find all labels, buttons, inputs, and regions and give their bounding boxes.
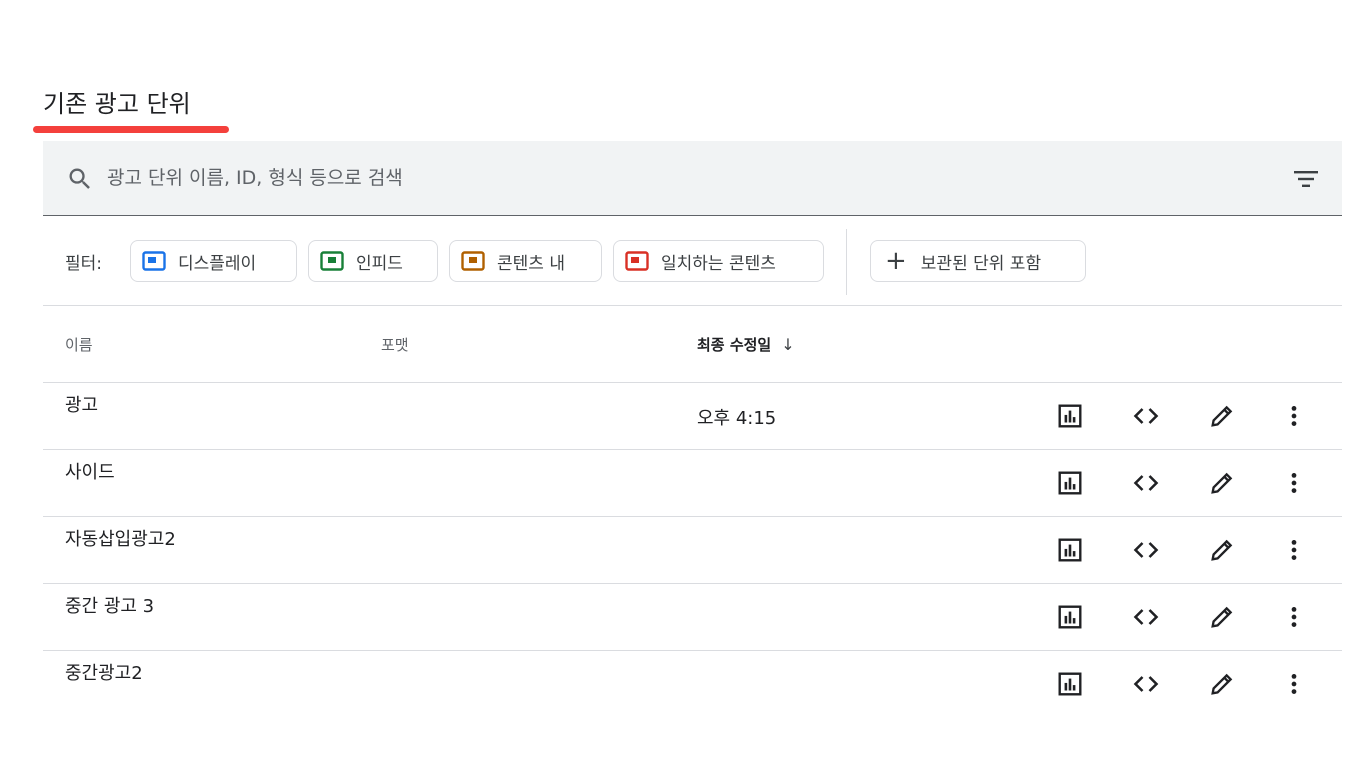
table-row: 자동삽입광고2 [43, 517, 1342, 583]
more-vert-icon [1291, 607, 1297, 627]
ad-unit-name[interactable]: 사이드 [65, 458, 115, 484]
code-icon [1133, 676, 1159, 692]
report-chart-icon [1058, 605, 1082, 629]
pencil-icon [1211, 405, 1233, 427]
report-button[interactable] [1055, 468, 1085, 498]
filter-list-icon[interactable] [1292, 167, 1320, 191]
include-archived-label: 보관된 단위 포함 [920, 253, 1042, 274]
filter-chip-in-article[interactable]: 콘텐츠 내 [449, 240, 602, 282]
divider [43, 305, 1342, 306]
filter-chip-label: 인피드 [356, 253, 403, 274]
edit-button[interactable] [1207, 401, 1237, 431]
more-vert-icon [1291, 540, 1297, 560]
display-ad-icon [142, 251, 166, 271]
report-button[interactable] [1055, 535, 1085, 565]
filter-divider [846, 229, 847, 295]
column-header-name[interactable]: 이름 [65, 334, 93, 355]
get-code-button[interactable] [1131, 669, 1161, 699]
pencil-icon [1211, 472, 1233, 494]
search-icon [69, 168, 90, 189]
column-header-format[interactable]: 포맷 [381, 334, 409, 355]
table-row: 중간 광고 3 [43, 584, 1342, 650]
pencil-icon [1211, 539, 1233, 561]
get-code-button[interactable] [1131, 468, 1161, 498]
table-row: 사이드 [43, 450, 1342, 516]
filter-label: 필터: [65, 254, 103, 274]
column-header-last-modified[interactable]: 최종 수정일 ↓ [697, 334, 795, 355]
ad-unit-name[interactable]: 중간 광고 3 [65, 592, 154, 618]
column-header-label: 최종 수정일 [697, 336, 772, 354]
report-chart-icon [1058, 538, 1082, 562]
code-icon [1133, 542, 1159, 558]
more-options-button[interactable] [1279, 669, 1309, 699]
filter-chip-label: 콘텐츠 내 [497, 253, 565, 274]
matched-content-icon [625, 251, 649, 271]
get-code-button[interactable] [1131, 535, 1161, 565]
search-bar [43, 141, 1342, 216]
table-row: 중간광고2 [43, 651, 1342, 717]
filter-chip-display[interactable]: 디스플레이 [130, 240, 297, 282]
code-icon [1133, 475, 1159, 491]
filter-chip-label: 일치하는 콘텐츠 [661, 253, 776, 274]
pencil-icon [1211, 606, 1233, 628]
more-options-button[interactable] [1279, 602, 1309, 632]
filter-row: 필터: 디스플레이 인피드 콘텐츠 내 일치하는 콘텐츠 + 보관된 단위 포함 [43, 226, 1342, 306]
ad-units-page: 기존 광고 단위 필터: 디스플레이 인피드 [0, 0, 1366, 768]
pencil-icon [1211, 673, 1233, 695]
edit-button[interactable] [1207, 669, 1237, 699]
search-input[interactable] [107, 161, 1207, 195]
code-icon [1133, 408, 1159, 424]
filter-chip-matched-content[interactable]: 일치하는 콘텐츠 [613, 240, 824, 282]
ad-unit-name[interactable]: 자동삽입광고2 [65, 525, 176, 551]
last-modified-cell: 오후 4:15 [697, 408, 777, 429]
sort-descending-icon: ↓ [781, 335, 795, 354]
in-article-ad-icon [461, 251, 485, 271]
get-code-button[interactable] [1131, 602, 1161, 632]
more-vert-icon [1291, 406, 1297, 426]
ad-unit-name[interactable]: 중간광고2 [65, 659, 143, 685]
edit-button[interactable] [1207, 535, 1237, 565]
filter-chip-infeed[interactable]: 인피드 [308, 240, 438, 282]
report-button[interactable] [1055, 401, 1085, 431]
report-chart-icon [1058, 404, 1082, 428]
edit-button[interactable] [1207, 602, 1237, 632]
more-options-button[interactable] [1279, 468, 1309, 498]
code-icon [1133, 609, 1159, 625]
include-archived-chip[interactable]: + 보관된 단위 포함 [870, 240, 1086, 282]
more-options-button[interactable] [1279, 535, 1309, 565]
table-row: 광고 오후 4:15 [43, 383, 1342, 449]
report-chart-icon [1058, 471, 1082, 495]
report-button[interactable] [1055, 669, 1085, 699]
title-underline [33, 126, 229, 133]
more-options-button[interactable] [1279, 401, 1309, 431]
more-vert-icon [1291, 674, 1297, 694]
ad-unit-name[interactable]: 광고 [65, 391, 98, 417]
report-button[interactable] [1055, 602, 1085, 632]
edit-button[interactable] [1207, 468, 1237, 498]
get-code-button[interactable] [1131, 401, 1161, 431]
more-vert-icon [1291, 473, 1297, 493]
filter-chip-label: 디스플레이 [178, 253, 257, 274]
report-chart-icon [1058, 672, 1082, 696]
section-title: 기존 광고 단위 [43, 90, 191, 118]
infeed-ad-icon [320, 251, 344, 271]
plus-icon: + [885, 246, 907, 276]
